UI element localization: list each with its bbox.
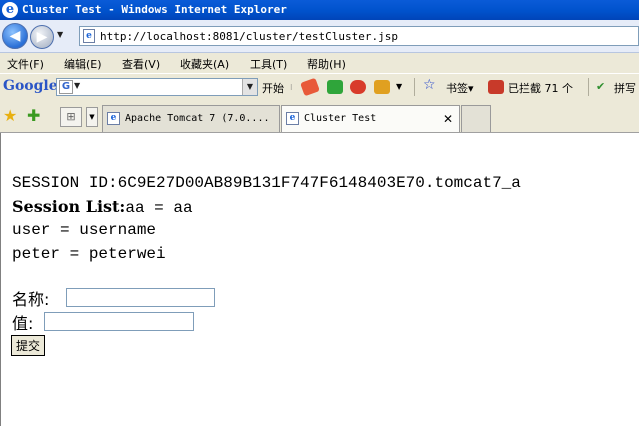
page-icon: e	[286, 112, 299, 125]
tab-list-dropdown[interactable]: ▼	[86, 107, 98, 127]
menu-view[interactable]: 查看(V)	[122, 56, 160, 72]
menu-help[interactable]: 帮助(H)	[307, 56, 346, 72]
pagerank-icon[interactable]	[327, 80, 343, 94]
search-history-dropdown[interactable]: ▼	[242, 79, 257, 95]
spellcheck-button[interactable]: 拼写	[614, 80, 636, 96]
address-url: http://localhost:8081/cluster/testCluste…	[100, 30, 399, 43]
forward-button[interactable]: ▶	[30, 25, 54, 49]
page-icon: e	[107, 112, 120, 125]
tab-bar: ★ ✚ ⊞ ▼ e Apache Tomcat 7 (7.0.... e Clu…	[0, 100, 639, 133]
session-list-label: Session List:	[12, 197, 126, 216]
session-id-text: SESSION ID:6C9E27D00AB89B131F747F6148403…	[12, 174, 521, 192]
add-favorite-icon[interactable]: ✚	[27, 106, 40, 125]
page-icon: e	[83, 29, 95, 43]
puzzle-icon[interactable]	[374, 80, 390, 94]
value-input[interactable]	[44, 312, 194, 331]
submit-button[interactable]: 提交	[11, 335, 46, 356]
menu-edit[interactable]: 编辑(E)	[64, 56, 102, 72]
session-entry: user = username	[12, 221, 157, 239]
window-title: Cluster Test - Windows Internet Explorer	[22, 3, 287, 16]
close-icon[interactable]: ✕	[443, 112, 453, 126]
eraser-icon[interactable]	[300, 77, 320, 97]
quick-tabs-button[interactable]: ⊞	[60, 107, 82, 127]
title-bar: e Cluster Test - Windows Internet Explor…	[0, 0, 639, 20]
chevron-down-icon[interactable]: ▼	[396, 82, 402, 91]
toolbar-divider	[588, 78, 589, 96]
toolbar-divider	[414, 78, 415, 96]
new-tab-button[interactable]	[461, 105, 491, 132]
recent-pages-dropdown-icon[interactable]: ▼	[57, 30, 63, 39]
google-toolbar: Google G ▼ ▼ 开始 ⁝ ▼ ☆ 书签▾ 已拦截 71 个 ✔ 拼写	[0, 73, 639, 101]
google-search-button[interactable]: 开始	[262, 80, 284, 96]
spellcheck-icon: ✔	[596, 80, 606, 93]
star-icon: ☆	[423, 77, 436, 93]
back-button[interactable]: ◀	[2, 23, 28, 49]
session-entry: peter = peterwei	[12, 245, 166, 263]
name-input[interactable]	[66, 288, 215, 307]
session-list-line: Session List:aa = aa	[12, 197, 193, 217]
navigation-bar: ◀ ▶ ▼ e http://localhost:8081/cluster/te…	[0, 20, 639, 53]
value-label: 值:	[12, 314, 34, 333]
popup-blocked-count[interactable]: 已拦截 71 个	[508, 80, 573, 96]
bookmarks-button[interactable]: 书签▾	[446, 80, 474, 96]
google-g-icon: G	[59, 80, 73, 94]
tab-apache-tomcat[interactable]: e Apache Tomcat 7 (7.0....	[102, 105, 280, 132]
popup-blocker-icon	[488, 80, 504, 94]
tab-cluster-test[interactable]: e Cluster Test ✕	[281, 105, 460, 132]
session-entry: aa = aa	[125, 199, 193, 217]
dotted-arrow-icon: ⁝	[290, 83, 293, 92]
google-logo-text: Google	[3, 78, 58, 94]
ie-logo-icon: e	[2, 2, 18, 18]
menu-bar: 文件(F) 编辑(E) 查看(V) 收藏夹(A) 工具(T) 帮助(H)	[0, 53, 639, 73]
favorites-star-icon[interactable]: ★	[3, 106, 17, 125]
chevron-down-icon: ▼	[74, 81, 81, 90]
name-label: 名称:	[12, 290, 50, 309]
tab-title: Apache Tomcat 7 (7.0....	[125, 113, 270, 124]
menu-favorites[interactable]: 收藏夹(A)	[180, 56, 229, 72]
tab-title: Cluster Test	[304, 113, 377, 124]
google-search-input[interactable]: G ▼ ▼	[56, 78, 258, 96]
refresh-icon[interactable]	[350, 80, 366, 94]
page-content: SESSION ID:6C9E27D00AB89B131F747F6148403…	[0, 133, 639, 426]
address-field[interactable]: e http://localhost:8081/cluster/testClus…	[79, 26, 639, 46]
google-logo[interactable]: Google	[3, 78, 58, 94]
menu-tools[interactable]: 工具(T)	[250, 56, 287, 72]
menu-file[interactable]: 文件(F)	[7, 56, 44, 72]
